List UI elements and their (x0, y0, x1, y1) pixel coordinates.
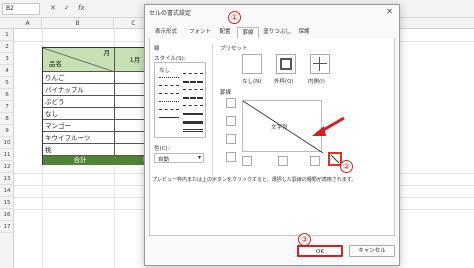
column-header-b[interactable]: B (42, 18, 114, 29)
data-table: 月 品名 1月 りんご ¥ パイナップル ¥ ぶどう ¥ なし ¥ マンゴー ¥… (42, 47, 154, 165)
tab-font[interactable]: フォント (185, 27, 215, 38)
tab-border[interactable]: 罫線 (237, 27, 259, 38)
line-style-option[interactable] (159, 77, 179, 78)
table-row-item[interactable]: なし (43, 108, 115, 120)
insert-function-icon[interactable]: fx (78, 4, 85, 12)
row-header[interactable]: 14 (0, 185, 14, 197)
preset-inside-label: 内側(I) (308, 79, 325, 85)
line-style-option[interactable] (183, 89, 203, 90)
step-1-badge: ① (228, 11, 241, 24)
preset-outline-button[interactable] (276, 54, 296, 74)
table-row-item[interactable]: りんご (43, 72, 115, 84)
line-style-option[interactable] (183, 73, 203, 74)
line-style-option[interactable] (159, 85, 179, 86)
style-label: スタイル(S): (154, 56, 186, 62)
step-2-badge: ② (340, 160, 353, 173)
line-style-option[interactable] (159, 101, 179, 102)
cancel-formula-icon[interactable]: ✕ (50, 4, 56, 12)
border-bottom-button[interactable] (226, 134, 236, 144)
total-label-cell[interactable]: 合計 (43, 156, 115, 165)
close-icon[interactable]: ✕ (386, 7, 393, 16)
row-headers: 1 2 3 4 5 6 7 8 9 10 11 12 13 14 15 16 1… (0, 29, 14, 268)
column-header-a[interactable]: A (14, 18, 42, 29)
preset-none-label: なし(N) (242, 79, 262, 85)
border-center-button[interactable] (278, 156, 288, 166)
row-header[interactable]: 6 (0, 89, 14, 101)
row-header[interactable]: 11 (0, 149, 14, 161)
table-row-item[interactable]: マンゴー (43, 120, 115, 132)
border-diagonal-up-button[interactable] (226, 152, 236, 162)
step-3-badge: ③ (298, 233, 311, 246)
border-section-label: 罫線 (220, 90, 232, 96)
preset-section-label: プリセット (220, 46, 248, 52)
row-header[interactable]: 16 (0, 209, 14, 221)
tab-number-format[interactable]: 表示形式 (149, 27, 183, 38)
row-header[interactable]: 2 (0, 41, 14, 53)
preset-outline-label: 外枠(O) (274, 79, 294, 85)
border-middle-button[interactable] (226, 116, 236, 126)
row-header[interactable]: 1 (0, 29, 14, 41)
preset-none-button[interactable] (242, 54, 262, 74)
header-item-label: 品名 (49, 60, 62, 68)
row-header[interactable]: 4 (0, 65, 14, 77)
line-style-option[interactable] (183, 97, 203, 99)
line-section-label: 線 (154, 46, 160, 52)
outline-icon (280, 58, 292, 70)
preview-text: 文字列 (271, 125, 288, 131)
row-header[interactable]: 17 (0, 221, 14, 233)
table-row-item[interactable]: 桃 (43, 144, 115, 156)
tab-alignment[interactable]: 配置 (215, 27, 235, 38)
ok-button[interactable]: OK (297, 245, 343, 257)
row-header[interactable]: 3 (0, 53, 14, 65)
table-row-item[interactable]: ぶどう (43, 96, 115, 108)
border-top-button[interactable] (226, 98, 236, 108)
line-style-option[interactable] (159, 109, 179, 110)
row-header[interactable]: 9 (0, 125, 14, 137)
row-header[interactable]: 7 (0, 101, 14, 113)
row-header[interactable]: 5 (0, 77, 14, 89)
row-header[interactable]: 12 (0, 161, 14, 173)
color-value: 自動 (158, 157, 170, 163)
tab-protection[interactable]: 保護 (295, 27, 313, 38)
line-style-option[interactable] (159, 93, 179, 94)
row-header[interactable]: 13 (0, 173, 14, 185)
border-tab-panel: 線 スタイル(S): なし 色(C): 自動 ▾ プリセット なし(N) 外枠(… (149, 38, 395, 236)
table-header-cell[interactable]: 月 品名 (43, 48, 115, 72)
row-header[interactable]: 10 (0, 137, 14, 149)
row-header[interactable]: 8 (0, 113, 14, 125)
tab-fill[interactable]: 塗りつぶし (261, 27, 293, 38)
line-style-list[interactable]: なし (154, 62, 206, 138)
hint-text: プレビュー枠内または上のボタンをクリックすると、選択した罫線の種類が適用されます… (152, 177, 357, 183)
name-box[interactable]: B2 (2, 3, 40, 15)
table-row-item[interactable]: キウイフルーツ (43, 132, 115, 144)
cancel-button[interactable]: キャンセル (349, 245, 395, 257)
line-style-option[interactable] (183, 121, 203, 124)
line-style-option[interactable] (183, 113, 203, 115)
line-style-option[interactable] (183, 81, 203, 83)
chevron-down-icon: ▾ (197, 154, 201, 161)
line-style-option[interactable] (183, 105, 203, 106)
color-dropdown[interactable]: 自動 ▾ (154, 153, 204, 163)
format-cells-dialog: セルの書式設定 ✕ 表示形式 フォント 配置 罫線 塗りつぶし 保護 線 スタイ… (144, 4, 400, 266)
border-left-button[interactable] (242, 156, 252, 166)
section-divider (212, 44, 213, 184)
line-style-none[interactable]: なし (159, 66, 170, 74)
inside-icon (319, 57, 320, 71)
line-style-option[interactable] (159, 117, 179, 118)
border-right-button[interactable] (310, 156, 320, 166)
diagonal-down-icon (330, 154, 340, 164)
annotation-arrow (312, 116, 345, 136)
header-month-label: 月 (103, 49, 111, 57)
line-style-option[interactable] (183, 129, 203, 132)
preset-inside-button[interactable] (310, 54, 330, 74)
enter-formula-icon[interactable]: ✓ (64, 4, 70, 12)
table-row-item[interactable]: パイナップル (43, 84, 115, 96)
color-label: 色(C): (154, 146, 170, 152)
dialog-title: セルの書式設定 (149, 10, 192, 17)
row-header[interactable]: 15 (0, 197, 14, 209)
